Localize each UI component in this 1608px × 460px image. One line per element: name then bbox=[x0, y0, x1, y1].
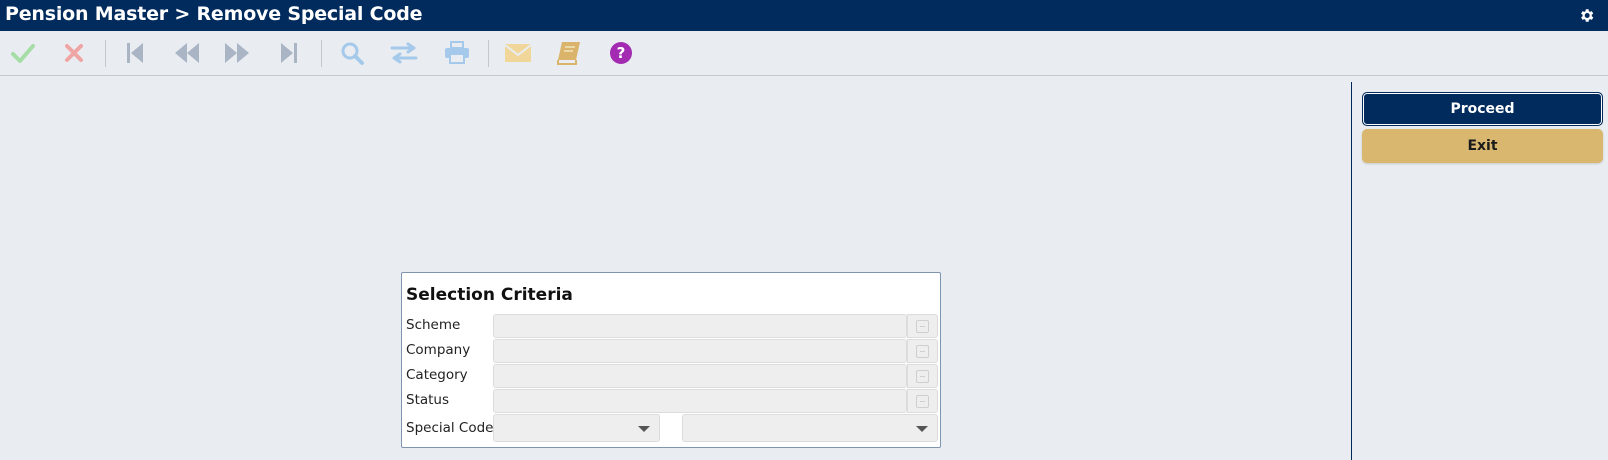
scheme-row: Scheme bbox=[406, 314, 938, 338]
special-code-label: Special Code bbox=[406, 420, 494, 436]
lookup-icon bbox=[916, 394, 929, 408]
search-button[interactable] bbox=[335, 37, 369, 69]
action-panel: Proceed Exit bbox=[1351, 82, 1608, 460]
category-label: Category bbox=[406, 367, 468, 383]
company-label: Company bbox=[406, 342, 471, 358]
previous-record-button[interactable] bbox=[170, 37, 204, 69]
lookup-icon bbox=[916, 369, 929, 383]
category-lookup-button[interactable] bbox=[907, 364, 938, 388]
special-code-row: Special Code bbox=[406, 414, 938, 442]
panel-title: Selection Criteria bbox=[406, 285, 573, 305]
gear-icon[interactable] bbox=[1578, 7, 1595, 24]
svg-text:?: ? bbox=[617, 44, 626, 62]
check-icon bbox=[11, 44, 35, 63]
toolbar-divider bbox=[105, 40, 106, 67]
selection-criteria-panel: Selection Criteria Scheme Company Catego… bbox=[401, 272, 941, 448]
swap-button[interactable] bbox=[387, 37, 421, 69]
category-row: Category bbox=[406, 364, 938, 388]
first-record-button[interactable] bbox=[118, 37, 152, 69]
status-row: Status bbox=[406, 389, 938, 413]
cancel-button[interactable] bbox=[57, 37, 91, 69]
first-record-icon bbox=[127, 43, 143, 63]
toolbar-divider bbox=[321, 40, 322, 67]
scheme-label: Scheme bbox=[406, 317, 461, 333]
last-record-icon bbox=[281, 43, 297, 63]
printer-icon bbox=[445, 41, 469, 64]
notes-button[interactable] bbox=[552, 37, 586, 69]
exit-button[interactable]: Exit bbox=[1362, 129, 1603, 163]
help-icon: ? bbox=[610, 42, 632, 64]
scheme-lookup-button[interactable] bbox=[907, 314, 938, 338]
print-button[interactable] bbox=[440, 37, 474, 69]
window-title: Pension Master > Remove Special Code bbox=[5, 3, 423, 25]
chevron-down-icon bbox=[916, 426, 928, 432]
next-record-icon bbox=[225, 43, 249, 63]
status-field[interactable] bbox=[493, 389, 907, 413]
envelope-icon bbox=[504, 44, 532, 62]
close-icon bbox=[65, 44, 83, 62]
book-icon bbox=[557, 42, 580, 65]
status-lookup-button[interactable] bbox=[907, 389, 938, 413]
email-button[interactable] bbox=[501, 37, 535, 69]
title-bar: Pension Master > Remove Special Code bbox=[0, 0, 1608, 31]
last-record-button[interactable] bbox=[272, 37, 306, 69]
status-label: Status bbox=[406, 392, 450, 408]
lookup-icon bbox=[916, 319, 929, 333]
lookup-icon bbox=[916, 344, 929, 358]
company-row: Company bbox=[406, 339, 938, 363]
toolbar: ? bbox=[0, 31, 1608, 76]
previous-record-icon bbox=[175, 43, 199, 63]
company-field[interactable] bbox=[493, 339, 907, 363]
scheme-field[interactable] bbox=[493, 314, 907, 338]
company-lookup-button[interactable] bbox=[907, 339, 938, 363]
chevron-down-icon bbox=[638, 426, 650, 432]
proceed-button[interactable]: Proceed bbox=[1362, 92, 1603, 126]
toolbar-divider bbox=[488, 40, 489, 67]
category-field[interactable] bbox=[493, 364, 907, 388]
help-button[interactable]: ? bbox=[604, 37, 638, 69]
next-record-button[interactable] bbox=[220, 37, 254, 69]
accept-button[interactable] bbox=[6, 37, 40, 69]
search-icon bbox=[341, 42, 364, 65]
special-code-to-select[interactable] bbox=[682, 414, 938, 442]
special-code-from-select[interactable] bbox=[493, 414, 660, 442]
swap-icon bbox=[390, 42, 418, 64]
